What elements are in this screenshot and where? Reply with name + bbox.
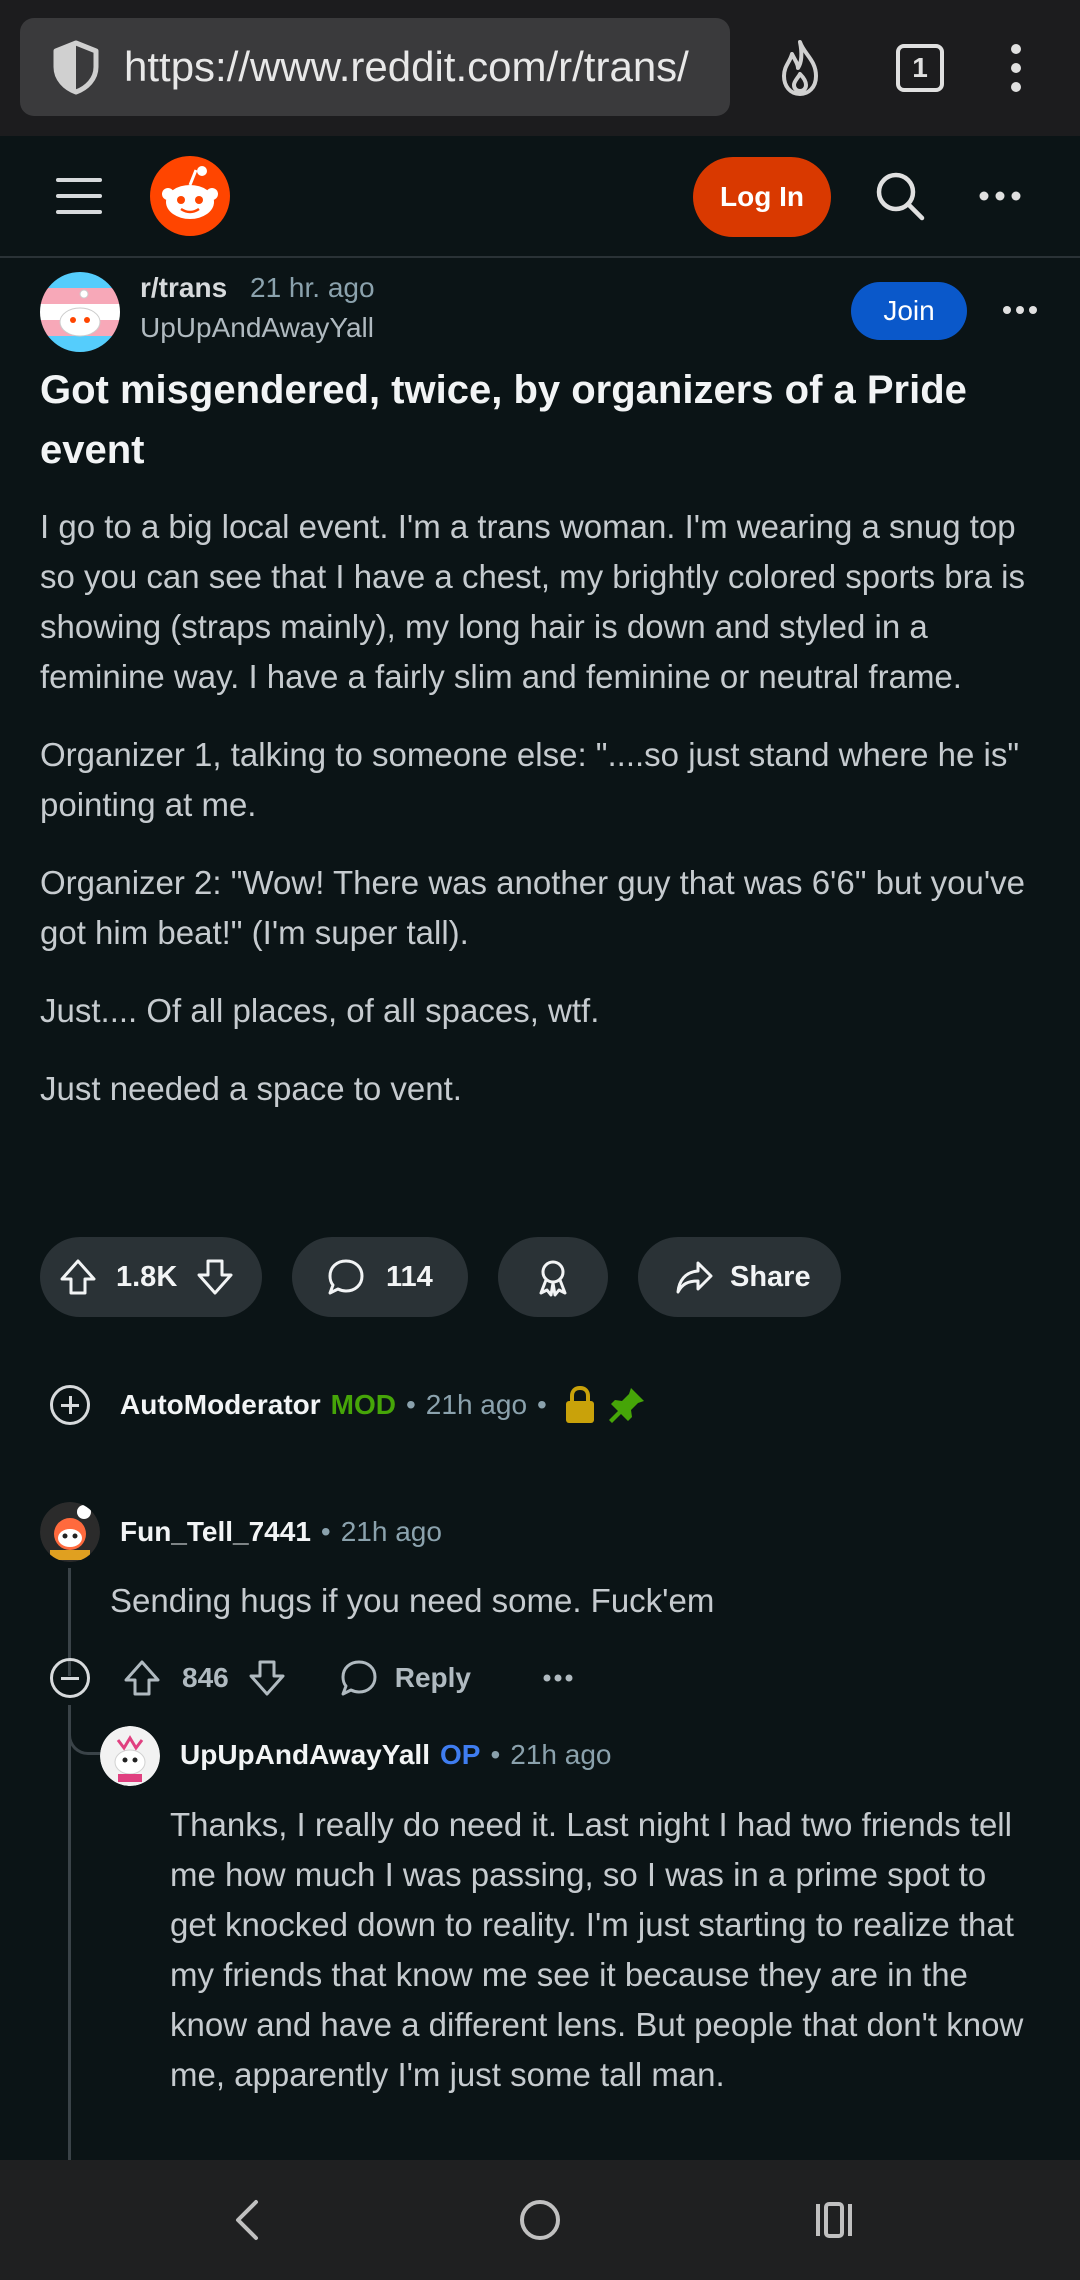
comment-actions: 846 Reply: [50, 1655, 650, 1701]
downvote-icon[interactable]: [247, 1658, 287, 1698]
vote-group: 1.8K: [40, 1237, 262, 1317]
dot-separator: •: [320, 1516, 331, 1547]
post-paragraph: Just.... Of all places, of all spaces, w…: [40, 992, 600, 1029]
hamburger-menu-icon[interactable]: [56, 178, 102, 214]
reply-button[interactable]: Reply: [339, 1658, 471, 1698]
site-header: Log In: [0, 136, 1080, 258]
post: r/trans 21 hr. ago UpUpAndAwayYall Join …: [40, 270, 1040, 1114]
more-options-icon[interactable]: [970, 166, 1030, 226]
url-text: https://www.reddit.com/r/trans/: [124, 43, 689, 90]
back-icon[interactable]: [226, 2196, 266, 2244]
system-nav-bar: [0, 2160, 1080, 2280]
automod-time: 21h ago: [425, 1389, 528, 1420]
address-bar[interactable]: https://www.reddit.com/r/trans/: [20, 18, 730, 116]
thread-line[interactable]: [68, 1715, 71, 2160]
home-icon[interactable]: [516, 2196, 564, 2244]
recent-apps-icon[interactable]: [812, 2198, 856, 2242]
comment-icon: [328, 1259, 364, 1295]
user-avatar[interactable]: [100, 1726, 160, 1786]
upvote-icon[interactable]: [122, 1658, 162, 1698]
shield-icon: [53, 40, 99, 95]
upvote-icon[interactable]: [58, 1257, 98, 1297]
tab-count: 1: [896, 44, 944, 92]
subreddit-avatar[interactable]: [40, 272, 120, 352]
share-label: Share: [730, 1260, 811, 1293]
comment-author[interactable]: Fun_Tell_7441: [120, 1516, 311, 1548]
dot-separator: •: [490, 1739, 501, 1770]
op-badge: OP: [439, 1739, 481, 1770]
post-paragraph: Just needed a space to vent.: [40, 1070, 462, 1107]
expand-comment-icon[interactable]: [50, 1385, 90, 1425]
user-avatar[interactable]: [40, 1502, 100, 1562]
comment-header: Fun_Tell_7441 • 21h ago: [120, 1512, 442, 1552]
automod-name[interactable]: AutoModerator: [120, 1389, 321, 1421]
dot-separator: •: [537, 1389, 547, 1420]
post-body: I go to a big local event. I'm a trans w…: [40, 502, 1040, 1114]
comment-time: 21h ago: [340, 1516, 442, 1547]
award-icon: [539, 1260, 567, 1297]
share-icon: [676, 1261, 713, 1294]
subreddit-name[interactable]: r/trans: [140, 272, 227, 304]
post-vote-count: 1.8K: [116, 1260, 178, 1293]
dot-separator: •: [405, 1389, 416, 1420]
reply-label: Reply: [394, 1662, 471, 1693]
reply-text: Thanks, I really do need it. Last night …: [170, 1806, 1024, 2093]
comment-icon: [341, 1660, 377, 1696]
pin-icon: [608, 1388, 644, 1423]
thread-branch: [68, 1705, 102, 1755]
post-more-icon[interactable]: [998, 290, 1042, 330]
post-meta: r/trans 21 hr. ago UpUpAndAwayYall Join: [40, 270, 1040, 360]
collapse-comment-icon[interactable]: [50, 1658, 90, 1698]
post-paragraph: I go to a big local event. I'm a trans w…: [40, 508, 1025, 695]
login-button[interactable]: Log In: [693, 157, 831, 237]
post-actions: 1.8K 114 Share: [40, 1237, 1040, 1317]
post-author[interactable]: UpUpAndAwayYall: [140, 312, 374, 344]
award-button[interactable]: [498, 1237, 608, 1317]
comment-more-icon[interactable]: [543, 1673, 573, 1683]
comments-button[interactable]: 114: [292, 1237, 468, 1317]
tabs-button[interactable]: 1: [890, 28, 950, 108]
comment-vote-count: 846: [182, 1662, 229, 1693]
comment-count: 114: [386, 1260, 433, 1293]
comment-text: Sending hugs if you need some. Fuck'em: [110, 1582, 715, 1619]
post-time: 21 hr. ago: [250, 272, 375, 303]
reply-header: UpUpAndAwayYall OP • 21h ago: [180, 1735, 611, 1775]
post-title[interactable]: Got misgendered, twice, by organizers of…: [40, 360, 1030, 480]
join-button[interactable]: Join: [851, 282, 967, 340]
post-paragraph: Organizer 2: "Wow! There was another guy…: [40, 864, 1025, 951]
reply-time: 21h ago: [510, 1739, 612, 1770]
search-icon[interactable]: [870, 166, 930, 226]
mod-badge: MOD: [330, 1389, 396, 1420]
reddit-logo[interactable]: [150, 156, 230, 236]
browser-toolbar: https://www.reddit.com/r/trans/ 1: [0, 0, 1080, 136]
automod-comment[interactable]: AutoModerator MOD • 21h ago •: [50, 1380, 1030, 1430]
post-paragraph: Organizer 1, talking to someone else: ".…: [40, 736, 1020, 823]
lock-icon: [565, 1385, 594, 1423]
browser-menu-icon[interactable]: [996, 28, 1036, 108]
reply-author[interactable]: UpUpAndAwayYall: [180, 1739, 430, 1771]
flame-icon[interactable]: [770, 28, 830, 108]
downvote-icon[interactable]: [195, 1257, 235, 1297]
share-button[interactable]: Share: [638, 1237, 841, 1317]
